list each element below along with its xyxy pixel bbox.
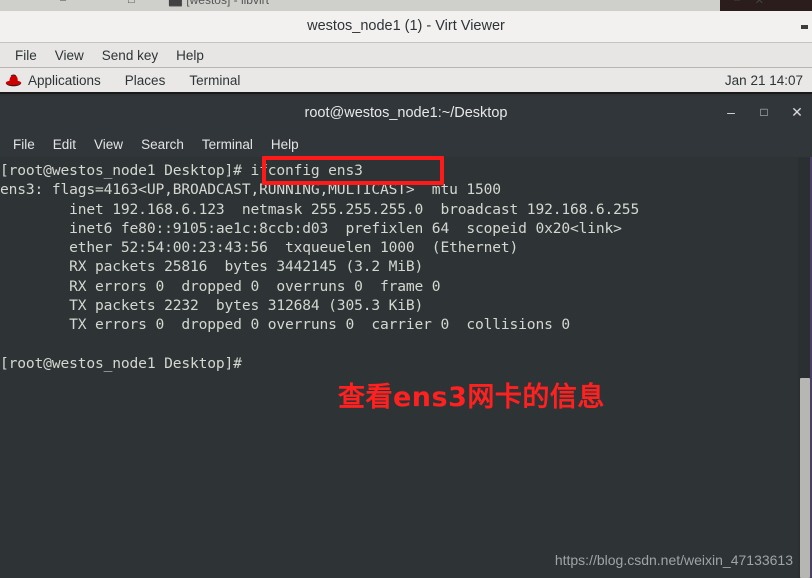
- gnome-top-panel: Applications Places Terminal Jan 21 14:0…: [0, 68, 812, 94]
- background-window-minimize-button[interactable]: –: [60, 0, 66, 6]
- terminal-text: [root@westos_node1 Desktop]# ifconfig en…: [0, 162, 640, 372]
- virt-viewer-minimize-button[interactable]: [801, 25, 808, 29]
- terminal-output-area[interactable]: [root@westos_node1 Desktop]# ifconfig en…: [0, 157, 812, 578]
- terminal-menubar: File Edit View Search Terminal Help: [0, 131, 812, 157]
- background-window-button-1[interactable]: –: [734, 0, 740, 6]
- annotation-note: 查看ens3网卡的信息: [338, 382, 605, 413]
- virt-viewer-menubar: File View Send key Help: [0, 43, 812, 68]
- background-window-title: ⬛ [westos] - libvirt: [168, 0, 269, 7]
- menu-item-file[interactable]: File: [6, 46, 46, 65]
- menu-item-help[interactable]: Help: [167, 46, 213, 65]
- background-window-button-2[interactable]: ✕: [755, 0, 764, 7]
- panel-clock[interactable]: Jan 21 14:07: [725, 73, 803, 88]
- close-icon[interactable]: ✕: [790, 103, 804, 121]
- menu-item-view[interactable]: View: [46, 46, 93, 65]
- terminal-menu-search[interactable]: Search: [132, 137, 193, 152]
- maximize-icon[interactable]: □: [757, 103, 771, 121]
- terminal-menu-terminal[interactable]: Terminal: [193, 137, 262, 152]
- terminal-titlebar[interactable]: root@westos_node1:~/Desktop – □ ✕: [0, 96, 812, 131]
- terminal-menu-edit[interactable]: Edit: [44, 137, 85, 152]
- menu-item-send-key[interactable]: Send key: [93, 46, 167, 65]
- terminal-menu-file[interactable]: File: [4, 137, 44, 152]
- panel-item-terminal[interactable]: Terminal: [175, 73, 250, 88]
- panel-item-applications[interactable]: Applications: [26, 73, 111, 88]
- redhat-logo-icon: [5, 73, 22, 87]
- virt-viewer-titlebar[interactable]: westos_node1 (1) - Virt Viewer: [0, 11, 812, 43]
- terminal-menu-help[interactable]: Help: [262, 137, 308, 152]
- panel-item-places[interactable]: Places: [111, 73, 176, 88]
- terminal-window-controls: – □ ✕: [724, 103, 804, 121]
- terminal-window-title: root@westos_node1:~/Desktop: [304, 105, 508, 121]
- watermark-text: https://blog.csdn.net/weixin_47133613: [554, 552, 793, 568]
- terminal-menu-view[interactable]: View: [85, 137, 132, 152]
- terminal-scrollbar-thumb[interactable]: [800, 378, 810, 578]
- background-window-restore-button[interactable]: □: [128, 0, 135, 6]
- screen-root: – □ ⬛ [westos] - libvirt – ✕ westos_node…: [0, 0, 812, 578]
- virt-viewer-title: westos_node1 (1) - Virt Viewer: [307, 18, 505, 34]
- minimize-icon[interactable]: –: [724, 103, 738, 121]
- background-window-titlebar[interactable]: – □ ⬛ [westos] - libvirt – ✕: [0, 0, 812, 11]
